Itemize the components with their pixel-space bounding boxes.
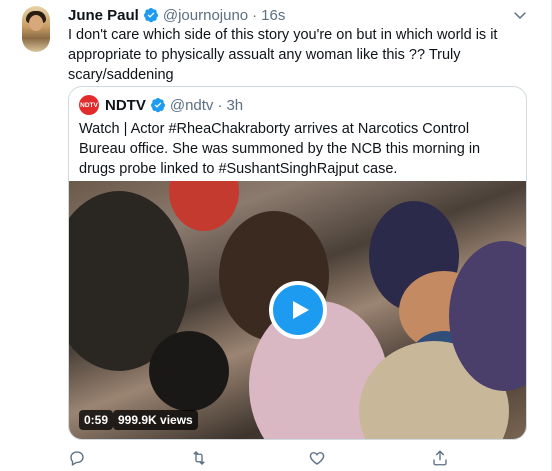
verified-badge-icon <box>150 97 166 113</box>
video-duration: 0:59 <box>79 410 114 430</box>
play-icon <box>293 301 309 319</box>
ndtv-logo: NDTV <box>79 95 99 115</box>
avatar[interactable] <box>22 6 50 52</box>
share-icon[interactable] <box>431 449 449 467</box>
verified-badge-icon <box>143 7 159 23</box>
author-name[interactable]: June Paul <box>68 7 139 24</box>
video-player[interactable]: 0:59 999.9K views <box>69 181 526 439</box>
video-frame-detail <box>149 331 229 411</box>
header-separator: · <box>252 6 258 24</box>
tweet-header: June Paul @journojuno · 16s <box>68 5 285 25</box>
tweet-timestamp[interactable]: 16s <box>261 7 285 24</box>
video-frame-detail <box>169 181 239 231</box>
play-button[interactable] <box>269 281 327 339</box>
author-handle[interactable]: @journojuno <box>163 7 248 24</box>
quoted-tweet[interactable]: NDTV NDTV @ndtv · 3h Watch | Actor #Rhea… <box>68 86 527 440</box>
quoted-header-separator: · <box>217 96 223 114</box>
retweet-icon[interactable] <box>190 449 208 467</box>
quoted-tweet-text: Watch | Actor #RheaChakraborty arrives a… <box>79 121 481 177</box>
chevron-down-icon[interactable] <box>511 6 529 24</box>
video-view-count: 999.9K views <box>113 410 198 430</box>
quoted-author-handle: @ndtv <box>169 96 214 114</box>
reply-icon[interactable] <box>68 449 86 467</box>
avatar-face <box>29 15 43 31</box>
quoted-author-name: NDTV <box>105 96 146 114</box>
tweet-actions <box>68 449 528 467</box>
tweet-text: I don't care which side of this story yo… <box>68 27 498 83</box>
quoted-tweet-header: NDTV NDTV @ndtv · 3h <box>79 95 243 115</box>
tweet-card[interactable]: June Paul @journojuno · 16s I don't care… <box>0 0 552 471</box>
quoted-timestamp: 3h <box>226 96 244 114</box>
like-icon[interactable] <box>308 449 326 467</box>
